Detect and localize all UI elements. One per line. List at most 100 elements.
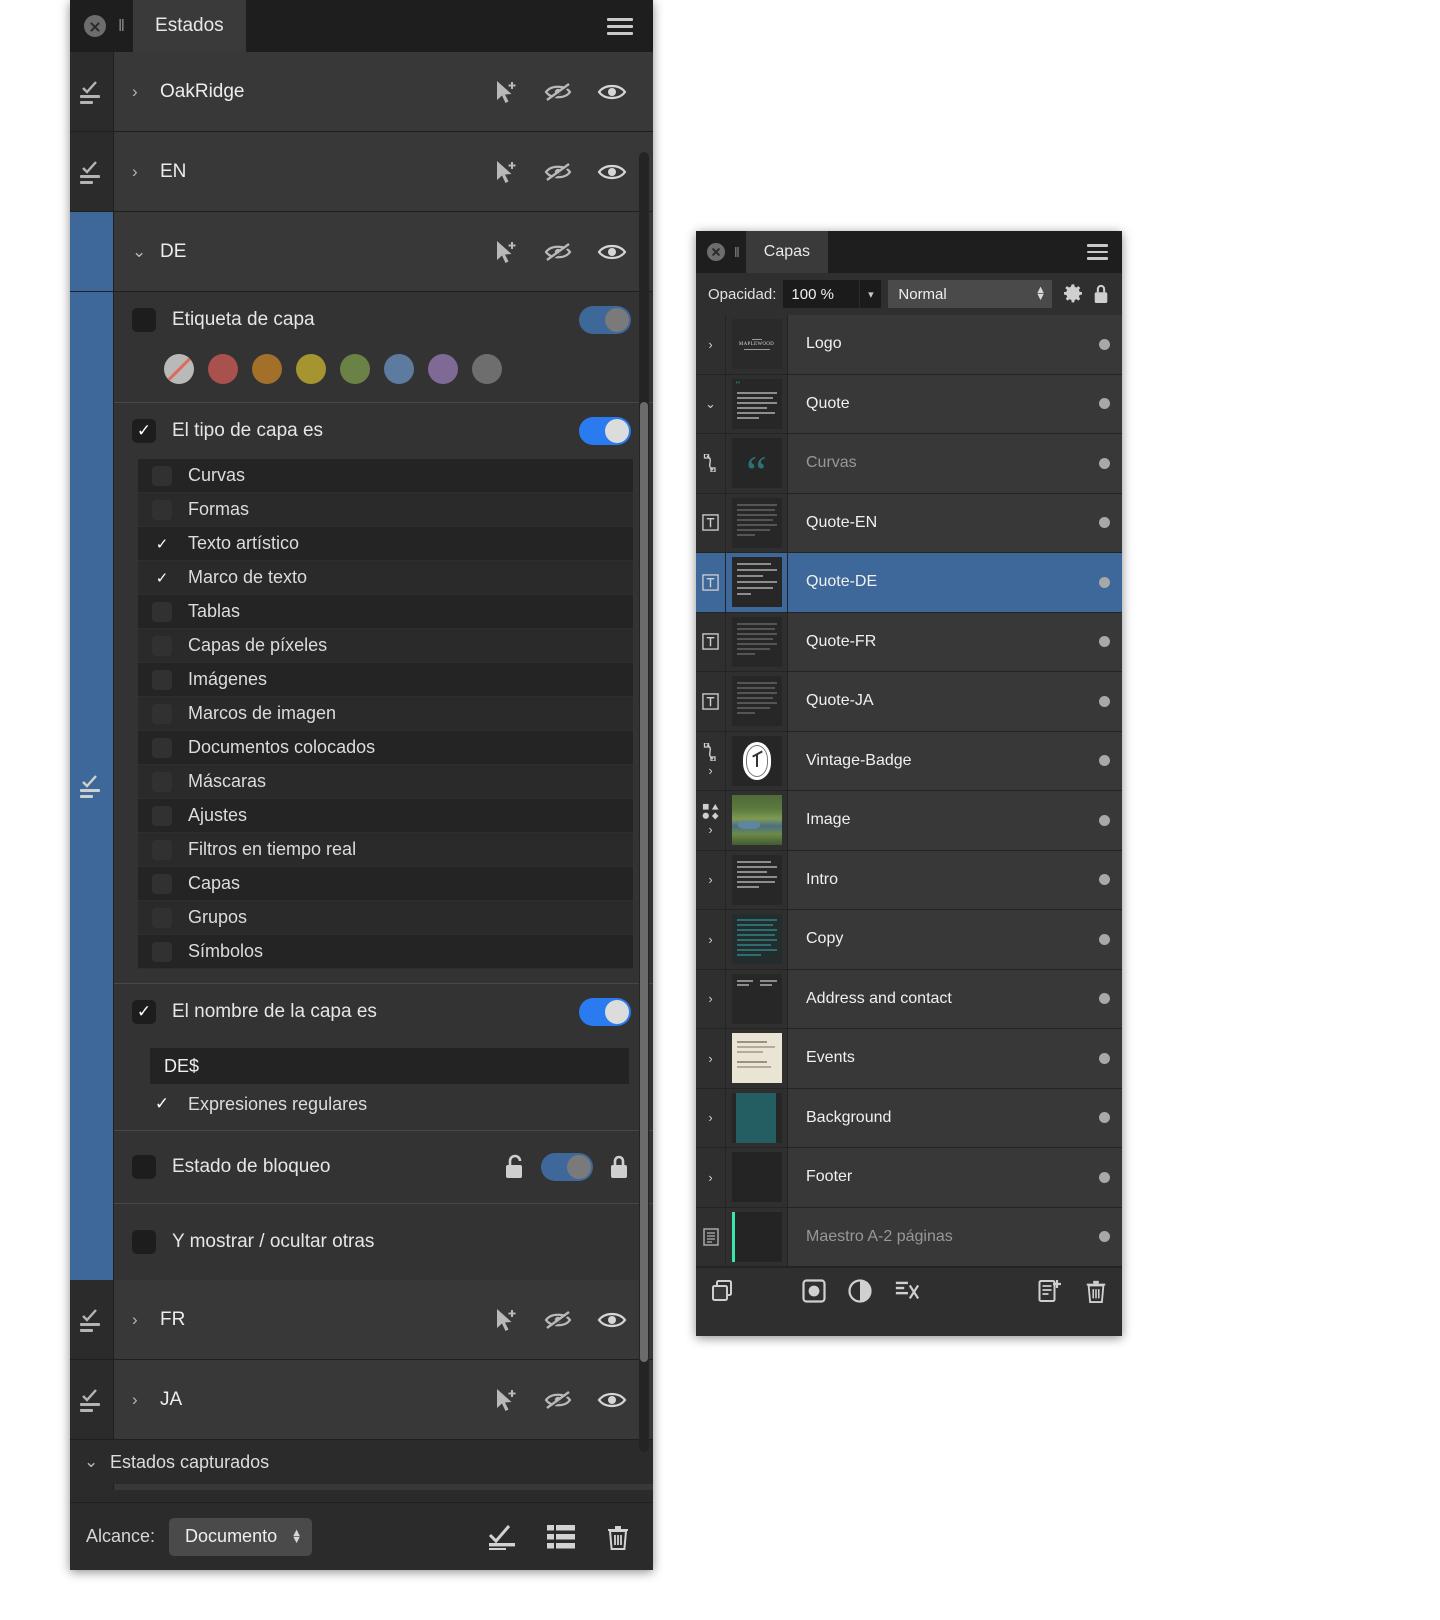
- chevron-right-icon[interactable]: ›: [132, 1390, 154, 1410]
- state-gutter[interactable]: [70, 1360, 114, 1439]
- layer-row[interactable]: › Footer: [696, 1148, 1122, 1208]
- state-gutter[interactable]: [70, 132, 114, 211]
- layer-gutter[interactable]: ›: [696, 1088, 726, 1147]
- capas-close-button[interactable]: [696, 231, 734, 273]
- layer-type-checkbox[interactable]: [152, 465, 172, 486]
- chevron-down-icon[interactable]: ⌄: [84, 1452, 100, 1472]
- trash-icon[interactable]: [605, 1523, 631, 1551]
- layer-gutter[interactable]: ›: [696, 969, 726, 1028]
- layer-label-checkbox[interactable]: [132, 308, 156, 332]
- layer-row[interactable]: › Background: [696, 1088, 1122, 1148]
- tab-estados[interactable]: Estados: [133, 0, 246, 52]
- layer-visibility-toggle[interactable]: [1086, 1089, 1122, 1148]
- eye-off-icon[interactable]: [543, 1389, 573, 1411]
- layer-row[interactable]: › Image: [696, 791, 1122, 851]
- chevron-right-icon[interactable]: ›: [132, 1310, 154, 1330]
- state-row-en[interactable]: › EN: [70, 132, 653, 212]
- eye-icon[interactable]: [597, 1390, 627, 1410]
- layer-expand-chevron[interactable]: ›: [708, 822, 712, 837]
- layer-type-checkbox[interactable]: [152, 771, 172, 792]
- layer-visibility-toggle[interactable]: [1086, 672, 1122, 731]
- state-gutter[interactable]: [70, 1280, 114, 1359]
- eye-icon[interactable]: [597, 162, 627, 182]
- eye-icon[interactable]: [597, 82, 627, 102]
- tab-capas[interactable]: Capas: [745, 231, 829, 273]
- show-hide-others-checkbox[interactable]: [132, 1230, 156, 1254]
- layer-type-item[interactable]: Ajustes: [138, 799, 633, 833]
- scope-select[interactable]: Documento ▲ ▼: [169, 1517, 312, 1556]
- layer-visibility-toggle[interactable]: [1086, 970, 1122, 1029]
- state-row-de[interactable]: ⌄ DE: [70, 212, 653, 292]
- layer-expand-chevron[interactable]: ⌄: [705, 396, 716, 412]
- layer-type-item[interactable]: Imágenes: [138, 663, 633, 697]
- state-main[interactable]: › OakRidge: [114, 52, 491, 131]
- state-row-ja[interactable]: › JA: [70, 1360, 653, 1440]
- layer-type-item[interactable]: Formas: [138, 493, 633, 527]
- layer-type-checkbox[interactable]: [152, 839, 172, 860]
- layer-expand-chevron[interactable]: ›: [708, 1170, 712, 1185]
- layer-row[interactable]: ⌄ “ Quote: [696, 374, 1122, 434]
- layer-type-item[interactable]: Marcos de imagen: [138, 697, 633, 731]
- state-main[interactable]: ⌄ DE: [114, 212, 491, 291]
- duplicate-layer-icon[interactable]: [710, 1278, 736, 1304]
- layer-type-checkbox[interactable]: [152, 941, 172, 962]
- chevron-down-icon[interactable]: ▾: [859, 280, 882, 308]
- layer-name-checkbox[interactable]: ✓: [132, 1000, 156, 1024]
- layer-visibility-toggle[interactable]: [1086, 1208, 1122, 1267]
- opacity-input[interactable]: 100 %: [783, 280, 860, 308]
- layer-row[interactable]: “ Curvas: [696, 434, 1122, 494]
- cursor-add-icon[interactable]: [491, 158, 519, 186]
- captured-states-header[interactable]: ⌄ Estados capturados: [70, 1440, 653, 1484]
- layer-visibility-toggle[interactable]: [1086, 315, 1122, 374]
- layer-row[interactable]: › Intro: [696, 850, 1122, 910]
- estados-close-button[interactable]: [70, 0, 118, 52]
- layer-visibility-toggle[interactable]: [1086, 1029, 1122, 1088]
- eye-icon[interactable]: [597, 242, 627, 262]
- captured-gutter[interactable]: [70, 1484, 114, 1490]
- cursor-add-icon[interactable]: [491, 1306, 519, 1334]
- layer-gutter[interactable]: ›: [696, 791, 726, 850]
- layer-type-checkbox[interactable]: [152, 703, 172, 724]
- eye-off-icon[interactable]: [543, 161, 573, 183]
- mask-icon[interactable]: [802, 1278, 826, 1303]
- estados-scrollbar[interactable]: [639, 152, 649, 1452]
- estados-panel-menu-button[interactable]: [587, 0, 653, 52]
- swatch-gray[interactable]: [472, 354, 502, 384]
- unlock-icon[interactable]: [503, 1154, 527, 1180]
- captured-state-row[interactable]: DE Monochrome images 358 capas: [70, 1484, 653, 1490]
- layer-visibility-toggle[interactable]: [1086, 732, 1122, 791]
- check-lines-icon[interactable]: [487, 1524, 517, 1550]
- lock-icon[interactable]: [607, 1154, 631, 1180]
- chevron-down-icon[interactable]: ⌄: [132, 242, 154, 262]
- fx-icon[interactable]: [894, 1279, 920, 1303]
- layer-expand-chevron[interactable]: ›: [708, 1110, 712, 1125]
- layer-type-item[interactable]: Curvas: [138, 459, 633, 493]
- layer-gutter[interactable]: [696, 493, 726, 552]
- layer-visibility-toggle[interactable]: [1086, 375, 1122, 434]
- layer-gutter[interactable]: ⌄: [696, 374, 726, 433]
- layer-type-checkbox[interactable]: [152, 669, 172, 690]
- layer-row[interactable]: › Address and contact: [696, 969, 1122, 1029]
- swatch-blue[interactable]: [384, 354, 414, 384]
- layer-visibility-toggle[interactable]: [1086, 613, 1122, 672]
- layer-type-checkbox[interactable]: ✓: [132, 419, 156, 443]
- layer-visibility-toggle[interactable]: [1086, 434, 1122, 493]
- state-row-fr[interactable]: › FR: [70, 1280, 653, 1360]
- layer-visibility-toggle[interactable]: [1086, 1148, 1122, 1207]
- chevron-right-icon[interactable]: ›: [132, 82, 154, 102]
- layer-gutter[interactable]: ›: [696, 1148, 726, 1207]
- chevron-right-icon[interactable]: ›: [132, 162, 154, 182]
- layer-type-item[interactable]: Máscaras: [138, 765, 633, 799]
- cursor-add-icon[interactable]: [491, 1386, 519, 1414]
- layer-type-item[interactable]: Filtros en tiempo real: [138, 833, 633, 867]
- layer-type-checkbox[interactable]: [152, 737, 172, 758]
- layer-type-checkbox[interactable]: [152, 907, 172, 928]
- adjustment-icon[interactable]: [848, 1278, 872, 1303]
- state-gutter-selected[interactable]: [70, 212, 114, 291]
- eye-off-icon[interactable]: [543, 241, 573, 263]
- regex-checkbox[interactable]: ✓: [150, 1092, 174, 1116]
- layer-type-item[interactable]: Tablas: [138, 595, 633, 629]
- eye-off-icon[interactable]: [543, 1309, 573, 1331]
- layer-visibility-toggle[interactable]: [1086, 851, 1122, 910]
- layer-visibility-toggle[interactable]: [1086, 910, 1122, 969]
